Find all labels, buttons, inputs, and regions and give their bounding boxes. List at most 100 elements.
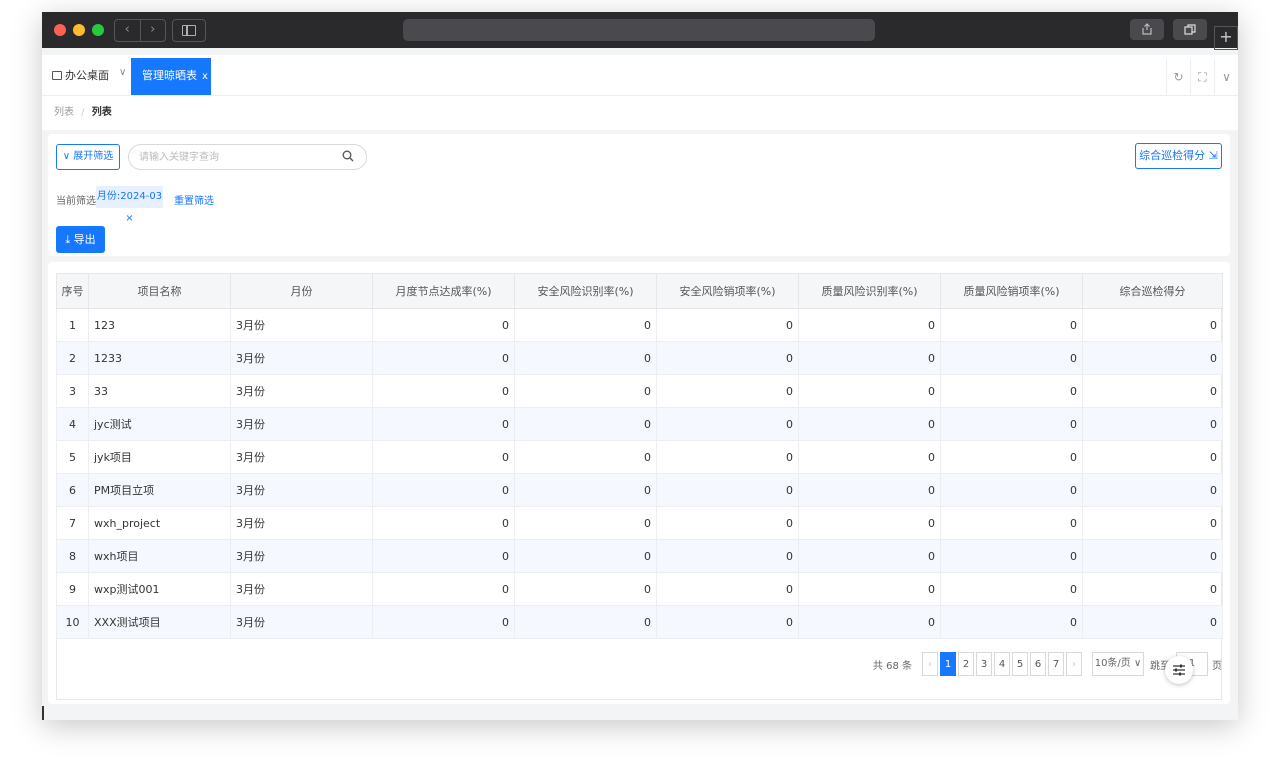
cell-index: 8 bbox=[56, 539, 89, 573]
forward-button[interactable]: › bbox=[139, 20, 166, 41]
cell-inspection-score: 0 bbox=[1082, 341, 1223, 375]
share-button[interactable] bbox=[1130, 19, 1164, 40]
zoom-window-button[interactable] bbox=[92, 24, 104, 36]
page-1-button[interactable]: 1 bbox=[940, 652, 956, 676]
cell-node-rate: 0 bbox=[372, 539, 515, 573]
minimize-window-button[interactable] bbox=[73, 24, 85, 36]
breadcrumb-parent[interactable]: 列表 bbox=[54, 107, 74, 118]
tabs-overview-button[interactable] bbox=[1173, 19, 1207, 40]
table-row[interactable]: 9 wxp测试001 3月份 0 0 0 0 0 0 bbox=[56, 572, 1223, 606]
table-header-row: 序号 项目名称 月份 月度节点达成率(%) 安全风险识别率(%) 安全风险销项率… bbox=[56, 273, 1223, 309]
cell-node-rate: 0 bbox=[372, 473, 515, 507]
back-button[interactable]: ‹ bbox=[115, 20, 140, 41]
breadcrumb-current: 列表 bbox=[91, 107, 112, 118]
cell-node-rate: 0 bbox=[372, 407, 515, 441]
title-bar: ‹ › + bbox=[42, 12, 1238, 50]
sidebar-toggle-button[interactable] bbox=[172, 19, 206, 42]
address-bar[interactable] bbox=[403, 19, 875, 41]
cell-index: 6 bbox=[56, 473, 89, 507]
browser-window: ‹ › + 办公桌面 ∨ 管理晾晒表 x ↻ ⛶ ∨ 列表 / 列表 ∨ 展开筛选 bbox=[42, 12, 1238, 720]
page-size-select[interactable]: 10条/页 ∨ bbox=[1092, 652, 1144, 676]
page-3-button[interactable]: 3 bbox=[976, 652, 992, 676]
table-row[interactable]: 10 XXX测试项目 3月份 0 0 0 0 0 0 bbox=[56, 605, 1223, 639]
table-row[interactable]: 6 PM项目立项 3月份 0 0 0 0 0 0 bbox=[56, 473, 1223, 507]
cell-quality-identify-rate: 0 bbox=[798, 506, 941, 540]
close-window-button[interactable] bbox=[54, 24, 66, 36]
cell-quality-identify-rate: 0 bbox=[798, 407, 941, 441]
search-icon[interactable] bbox=[342, 150, 354, 162]
sidebar-icon bbox=[182, 25, 196, 36]
filter-tag-month[interactable]: 月份:2024-03 × bbox=[96, 186, 163, 224]
tab-dropdown-chevron-icon[interactable]: ∨ bbox=[119, 67, 126, 78]
tab-management-table[interactable]: 管理晾晒表 x bbox=[131, 58, 211, 95]
cell-safety-identify-rate: 0 bbox=[514, 473, 657, 507]
cell-safety-identify-rate: 0 bbox=[514, 374, 657, 408]
cell-safety-identify-rate: 0 bbox=[514, 407, 657, 441]
table-row[interactable]: 8 wxh项目 3月份 0 0 0 0 0 0 bbox=[56, 539, 1223, 573]
fullscreen-icon[interactable]: ⛶ bbox=[1190, 59, 1214, 95]
cell-safety-close-rate: 0 bbox=[656, 605, 799, 639]
cell-inspection-score: 0 bbox=[1082, 572, 1223, 606]
cell-quality-identify-rate: 0 bbox=[798, 473, 941, 507]
next-page-button[interactable]: › bbox=[1066, 652, 1082, 676]
page-5-button[interactable]: 5 bbox=[1012, 652, 1028, 676]
table-row[interactable]: 1 123 3月份 0 0 0 0 0 0 bbox=[56, 308, 1223, 342]
column-header: 质量风险销项率(%) bbox=[940, 273, 1083, 309]
table-row[interactable]: 5 jyk项目 3月份 0 0 0 0 0 0 bbox=[56, 440, 1223, 474]
cell-safety-close-rate: 0 bbox=[656, 440, 799, 474]
cell-quality-close-rate: 0 bbox=[940, 605, 1083, 639]
cell-quality-close-rate: 0 bbox=[940, 308, 1083, 342]
overall-inspection-score-button[interactable]: 综合巡检得分 ⇲ bbox=[1135, 143, 1222, 169]
text-caret bbox=[42, 706, 44, 720]
cell-index: 1 bbox=[56, 308, 89, 342]
table-row[interactable]: 7 wxh_project 3月份 0 0 0 0 0 0 bbox=[56, 506, 1223, 540]
cell-month: 3月份 bbox=[230, 539, 373, 573]
expand-filter-button[interactable]: ∨ 展开筛选 bbox=[56, 144, 120, 170]
cell-index: 7 bbox=[56, 506, 89, 540]
search-input[interactable] bbox=[139, 149, 329, 165]
page-6-button[interactable]: 6 bbox=[1030, 652, 1046, 676]
chevron-down-icon[interactable]: ∨ bbox=[1214, 59, 1238, 95]
pagination-total: 共 68 条 bbox=[872, 660, 912, 672]
cell-month: 3月份 bbox=[230, 572, 373, 606]
new-tab-button[interactable]: + bbox=[1214, 26, 1238, 50]
tab-office-desktop[interactable]: 办公桌面 bbox=[52, 67, 109, 83]
cell-quality-close-rate: 0 bbox=[940, 440, 1083, 474]
cell-month: 3月份 bbox=[230, 374, 373, 408]
cell-safety-identify-rate: 0 bbox=[514, 440, 657, 474]
cell-node-rate: 0 bbox=[372, 572, 515, 606]
close-icon[interactable]: x bbox=[202, 71, 208, 82]
page-4-button[interactable]: 4 bbox=[994, 652, 1010, 676]
cell-inspection-score: 0 bbox=[1082, 473, 1223, 507]
cell-month: 3月份 bbox=[230, 440, 373, 474]
settings-float-button[interactable] bbox=[1165, 656, 1193, 684]
tab-office-desktop-label: 办公桌面 bbox=[65, 69, 109, 82]
reset-filter-link[interactable]: 重置筛选 bbox=[174, 192, 214, 207]
table-row[interactable]: 2 1233 3月份 0 0 0 0 0 0 bbox=[56, 341, 1223, 375]
current-filter-label: 当前筛选: bbox=[56, 196, 100, 207]
cell-quality-identify-rate: 0 bbox=[798, 341, 941, 375]
table-row[interactable]: 3 33 3月份 0 0 0 0 0 0 bbox=[56, 374, 1223, 408]
tabs-icon bbox=[1184, 24, 1196, 35]
prev-page-button[interactable]: ‹ bbox=[922, 652, 938, 676]
cell-quality-identify-rate: 0 bbox=[798, 605, 941, 639]
goto-suffix: 页 bbox=[1212, 660, 1222, 672]
cell-index: 2 bbox=[56, 341, 89, 375]
data-table: 序号 项目名称 月份 月度节点达成率(%) 安全风险识别率(%) 安全风险销项率… bbox=[56, 273, 1223, 639]
cell-project-name: jyk项目 bbox=[88, 440, 231, 474]
table-panel: 序号 项目名称 月份 月度节点达成率(%) 安全风险识别率(%) 安全风险销项率… bbox=[48, 262, 1230, 704]
refresh-icon[interactable]: ↻ bbox=[1166, 59, 1190, 95]
table-row[interactable]: 4 jyc测试 3月份 0 0 0 0 0 0 bbox=[56, 407, 1223, 441]
cell-quality-close-rate: 0 bbox=[940, 572, 1083, 606]
cell-index: 5 bbox=[56, 440, 89, 474]
cell-quality-close-rate: 0 bbox=[940, 539, 1083, 573]
page-7-button[interactable]: 7 bbox=[1048, 652, 1064, 676]
cell-quality-close-rate: 0 bbox=[940, 374, 1083, 408]
cell-inspection-score: 0 bbox=[1082, 506, 1223, 540]
column-header: 安全风险识别率(%) bbox=[514, 273, 657, 309]
export-button[interactable]: ⤓ 导出 bbox=[56, 226, 105, 253]
cell-safety-identify-rate: 0 bbox=[514, 308, 657, 342]
cell-month: 3月份 bbox=[230, 341, 373, 375]
page-2-button[interactable]: 2 bbox=[958, 652, 974, 676]
cell-quality-identify-rate: 0 bbox=[798, 572, 941, 606]
